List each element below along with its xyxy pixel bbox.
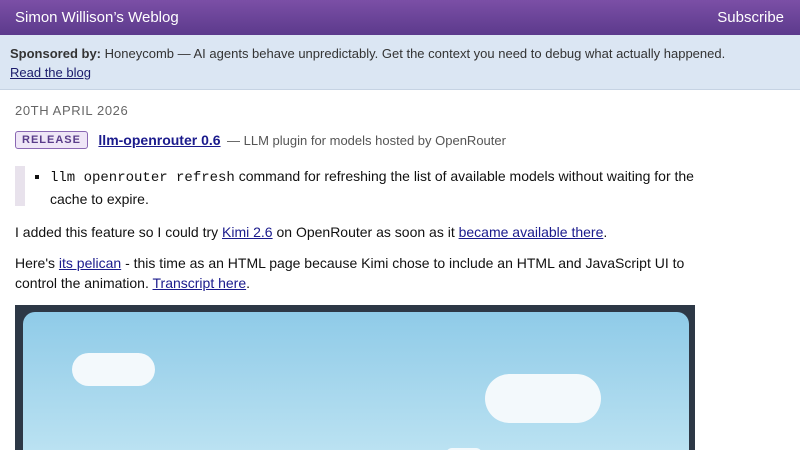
sponsor-banner: Sponsored by: Honeycomb — AI agents beha… [0, 35, 800, 90]
sponsor-text: Honeycomb — AI agents behave unpredictab… [104, 46, 726, 61]
post-date: 20TH APRIL 2026 [15, 103, 129, 118]
paragraph-2-text-c: . [246, 274, 251, 291]
paragraph-2: Here's its pelican - this time as an HTM… [15, 254, 705, 293]
kimi-link[interactable]: Kimi 2.6 [222, 224, 273, 240]
cloud-left [72, 353, 155, 386]
release-title-link[interactable]: llm-openrouter 0.6 [98, 132, 220, 148]
quote-list: llm openrouter refresh command for refre… [50, 166, 700, 210]
became-available-link[interactable]: became available there [459, 224, 604, 240]
release-description: — LLM plugin for models hosted by OpenRo… [227, 132, 506, 148]
blockquote-bar [15, 166, 25, 206]
paragraph-1-text-c: . [603, 224, 608, 240]
site-title-link[interactable]: Simon Willison’s Weblog [15, 9, 179, 26]
subscribe-link[interactable]: Subscribe [717, 9, 784, 26]
code-snippet: llm openrouter refresh [50, 170, 235, 186]
release-heading: RELEASE llm-openrouter 0.6 — LLM plugin … [15, 131, 506, 151]
paragraph-2-text-a: Here's [15, 255, 59, 271]
paragraph-1-text-b: on OpenRouter as soon as it [272, 224, 459, 240]
cloud-right [485, 374, 601, 423]
sponsor-read-blog-link[interactable]: Read the blog [10, 65, 91, 80]
transcript-link[interactable]: Transcript here [153, 275, 247, 291]
paragraph-1-text-a: I added this feature so I could try [15, 224, 223, 240]
blockquote: llm openrouter refresh command for refre… [15, 166, 715, 207]
pelican-screenshot-image [15, 305, 695, 450]
sky-scene [23, 312, 689, 450]
paragraph-1: I added this feature so I could try Kimi… [15, 222, 705, 242]
sponsor-label: Sponsored by: [10, 46, 102, 61]
site-header: Simon Willison’s Weblog Subscribe [0, 0, 800, 35]
its-pelican-link[interactable]: its pelican [59, 255, 121, 271]
release-badge: RELEASE [15, 131, 88, 149]
list-item: llm openrouter refresh command for refre… [50, 166, 700, 210]
